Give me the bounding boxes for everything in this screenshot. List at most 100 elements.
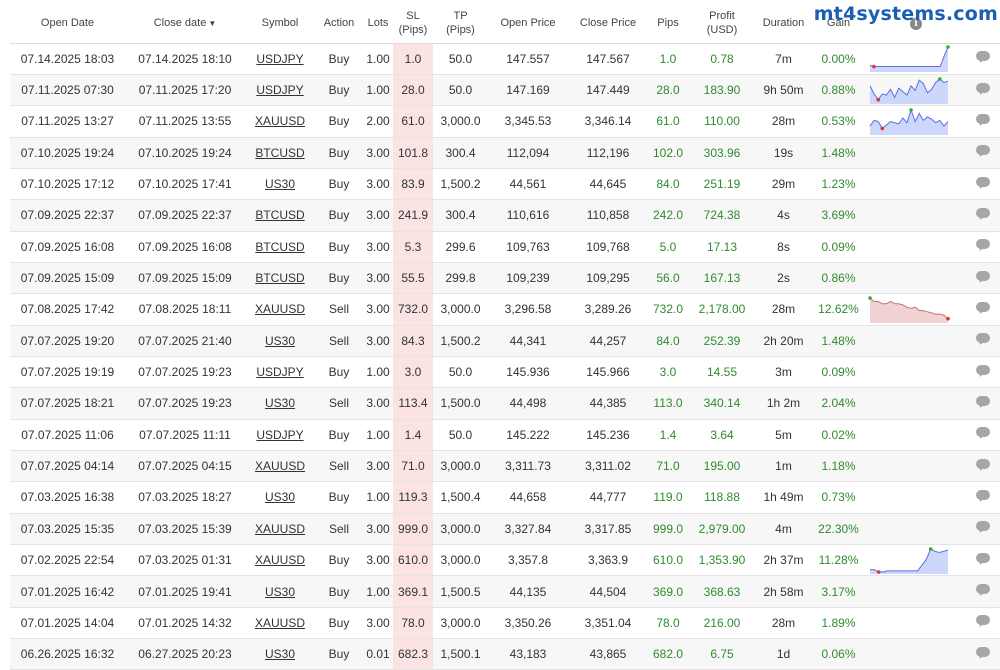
symbol-link[interactable]: XAUUSD xyxy=(245,105,315,138)
tp-cell: 1,500.2 xyxy=(433,325,488,357)
comment-button[interactable] xyxy=(966,137,1000,169)
table-row: 07.14.2025 18:03 07.14.2025 18:10 USDJPY Bu… xyxy=(10,43,1000,75)
symbol-link[interactable]: XAUUSD xyxy=(245,544,315,577)
close-price-cell: 112,196 xyxy=(568,137,648,169)
comment-button[interactable] xyxy=(966,481,1000,514)
col-tp[interactable]: TP (Pips) xyxy=(433,0,488,44)
symbol-link[interactable]: US30 xyxy=(245,168,315,201)
col-open-price[interactable]: Open Price xyxy=(488,0,568,44)
duration-cell: 5m xyxy=(756,419,811,451)
comment-button[interactable] xyxy=(966,293,1000,326)
lots-cell: 3.00 xyxy=(363,293,393,326)
symbol-link[interactable]: USDJPY xyxy=(245,43,315,75)
tp-cell: 50.0 xyxy=(433,419,488,451)
comment-button[interactable] xyxy=(966,513,1000,546)
action-cell: Buy xyxy=(315,168,363,201)
open-price-cell: 44,341 xyxy=(488,325,568,357)
table-row: 07.09.2025 15:09 07.09.2025 15:09 BTCUSD Bu… xyxy=(10,262,1000,295)
col-pips[interactable]: Pips xyxy=(648,0,688,44)
gain-cell: 2.04% xyxy=(811,387,866,420)
col-profit[interactable]: Profit (USD) xyxy=(688,0,756,44)
close-price-cell: 3,289.26 xyxy=(568,293,648,326)
comment-button[interactable] xyxy=(966,325,1000,357)
sparkline-min-dot xyxy=(876,569,881,574)
comment-button[interactable] xyxy=(966,262,1000,295)
symbol-link[interactable]: XAUUSD xyxy=(245,293,315,326)
close-price-cell: 44,777 xyxy=(568,481,648,514)
duration-cell: 1m xyxy=(756,450,811,483)
pips-cell: 1.4 xyxy=(648,419,688,451)
open-price-cell: 3,327.84 xyxy=(488,513,568,546)
action-cell: Sell xyxy=(315,293,363,326)
comment-button[interactable] xyxy=(966,544,1000,577)
symbol-link[interactable]: BTCUSD xyxy=(245,262,315,295)
col-lots[interactable]: Lots xyxy=(363,0,393,44)
comment-button[interactable] xyxy=(966,450,1000,483)
open-date-cell: 07.07.2025 18:21 xyxy=(10,387,125,420)
action-cell: Buy xyxy=(315,607,363,640)
gain-cell: 1.89% xyxy=(811,607,866,640)
comment-button[interactable] xyxy=(966,43,1000,75)
symbol-link[interactable]: XAUUSD xyxy=(245,450,315,483)
sl-cell: 101.8 xyxy=(393,137,433,169)
open-price-cell: 112,094 xyxy=(488,137,568,169)
symbol-link[interactable]: XAUUSD xyxy=(245,607,315,640)
table-row: 06.26.2025 16:32 06.27.2025 20:23 US30 Buy 0… xyxy=(10,638,1000,670)
comment-button[interactable] xyxy=(966,168,1000,201)
col-action-label: Action xyxy=(323,17,355,30)
col-symbol[interactable]: Symbol xyxy=(245,0,315,44)
symbol-link[interactable]: US30 xyxy=(245,325,315,357)
pips-cell: 732.0 xyxy=(648,293,688,326)
comment-button[interactable] xyxy=(966,575,1000,608)
close-date-cell: 07.03.2025 15:39 xyxy=(125,513,245,546)
sort-desc-icon[interactable]: ▼ xyxy=(208,19,216,28)
symbol-link[interactable]: USDJPY xyxy=(245,419,315,451)
tp-cell: 299.6 xyxy=(433,231,488,263)
comment-button[interactable] xyxy=(966,231,1000,263)
col-pips-label: Pips xyxy=(657,17,679,30)
symbol-link[interactable]: US30 xyxy=(245,638,315,670)
comment-button[interactable] xyxy=(966,419,1000,451)
symbol-link[interactable]: BTCUSD xyxy=(245,231,315,263)
comment-icon xyxy=(976,395,990,408)
symbol-link[interactable]: BTCUSD xyxy=(245,137,315,169)
duration-cell: 1h 2m xyxy=(756,387,811,420)
sparkline-cell xyxy=(866,638,966,670)
comment-button[interactable] xyxy=(966,105,1000,138)
close-price-cell: 44,257 xyxy=(568,325,648,357)
duration-cell: 9h 50m xyxy=(756,74,811,107)
comment-button[interactable] xyxy=(966,387,1000,420)
lots-cell: 1.00 xyxy=(363,43,393,75)
action-cell: Buy xyxy=(315,419,363,451)
symbol-link[interactable]: USDJPY xyxy=(245,74,315,107)
col-duration[interactable]: Duration xyxy=(756,0,811,44)
sl-cell: 119.3 xyxy=(393,481,433,514)
col-action[interactable]: Action xyxy=(315,0,363,44)
lots-cell: 3.00 xyxy=(363,607,393,640)
symbol-link[interactable]: US30 xyxy=(245,575,315,608)
sparkline-min-dot xyxy=(876,97,881,102)
tp-cell: 3,000.0 xyxy=(433,513,488,546)
comment-icon xyxy=(976,176,990,189)
comment-button[interactable] xyxy=(966,74,1000,107)
comment-button[interactable] xyxy=(966,199,1000,232)
col-open-date[interactable]: Open Date xyxy=(10,0,125,44)
close-price-cell: 147.567 xyxy=(568,43,648,75)
symbol-link[interactable]: USDJPY xyxy=(245,356,315,389)
col-close-date[interactable]: Close date ▼ xyxy=(125,0,245,44)
table-row: 07.07.2025 11:06 07.07.2025 11:11 USDJPY Bu… xyxy=(10,419,1000,451)
trade-sparkline xyxy=(869,45,950,73)
comment-button[interactable] xyxy=(966,356,1000,389)
sparkline-min-dot xyxy=(872,64,876,69)
sparkline-cell xyxy=(866,450,966,483)
symbol-link[interactable]: BTCUSD xyxy=(245,199,315,232)
open-date-cell: 07.01.2025 14:04 xyxy=(10,607,125,640)
comment-button[interactable] xyxy=(966,607,1000,640)
col-sl[interactable]: SL (Pips) xyxy=(393,0,433,44)
symbol-link[interactable]: US30 xyxy=(245,387,315,420)
table-row: 07.03.2025 16:38 07.03.2025 18:27 US30 Buy 1… xyxy=(10,481,1000,514)
comment-button[interactable] xyxy=(966,638,1000,670)
col-close-price[interactable]: Close Price xyxy=(568,0,648,44)
symbol-link[interactable]: XAUUSD xyxy=(245,513,315,546)
symbol-link[interactable]: US30 xyxy=(245,481,315,514)
